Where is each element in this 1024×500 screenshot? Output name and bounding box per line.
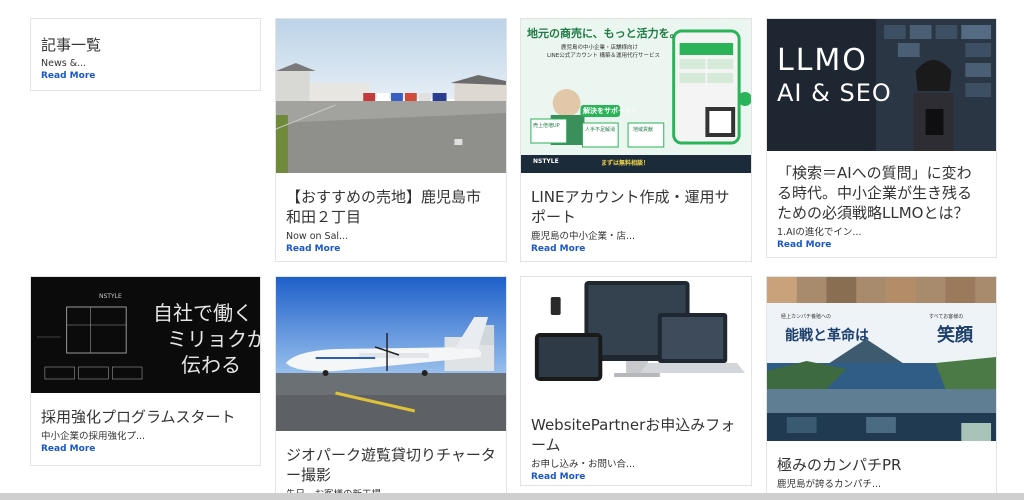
card-excerpt: お申し込み・お問い合... [531,459,636,470]
kanpachi-caption-left: 極上カンパチ養殖への [781,314,832,320]
card-thumbnail-parking-lot[interactable] [276,19,506,173]
article-card-recruitment[interactable]: 自社で働く ミリョクが 伝わる NSTYLE 採用強化プログラムスタート 中小企… [30,276,261,466]
article-card-geopark-charter[interactable]: ジオパーク遊覧貸切りチャーター撮影 先日、お客様の新工場... [275,276,507,500]
read-more-link[interactable]: Read More [286,244,496,254]
article-list-card[interactable]: 記事一覧 News &... Read More [30,18,261,91]
banner-sub1: 鹿児島の中小企業・店舗様向け [561,45,639,51]
card-excerpt: 鹿児島の中小企業・店... [531,231,636,242]
card-thumbnail-recruitment[interactable]: 自社で働く ミリョクが 伝わる NSTYLE [31,277,260,393]
read-more-link[interactable]: Read More [41,71,250,81]
article-card-kanpachi[interactable]: 極上カンパチ養殖への すべてお客様の 能戦と革命は 笑顔 極みのカンパチPR 鹿… [766,276,997,500]
card-title[interactable]: LINEアカウント作成・運用サポート [531,187,741,227]
recruit-line3: 伝わる [181,353,241,377]
recruit-line2: ミリョクが [167,327,260,351]
card-excerpt: 中小企業の採用強化プ... [41,431,146,442]
card-thumbnail-llmo[interactable]: LLMO AI & SEO [767,19,996,151]
banner-headline: 地元の商売に、もっと活力を。 [527,27,681,40]
read-more-link[interactable]: Read More [531,244,741,254]
banner-brand: NSTYLE [533,158,559,165]
read-more-link[interactable]: Read More [777,240,986,250]
banner-cta: まずは無料相談！ [601,160,650,167]
recruit-brand: NSTYLE [99,293,122,300]
card-title[interactable]: 「検索＝AIへの質問」に変わる時代。中小企業が生き残るための必須戦略LLMOとは… [777,163,986,223]
kanpachi-caption-right: すべてお客様の [929,314,964,320]
kanpachi-left-text: 能戦と革命は [785,328,869,344]
article-card-website-partner[interactable]: WebsitePartnerお申込みフォーム お申し込み・お問い合... Rea… [520,276,752,486]
read-more-link[interactable]: Read More [41,444,250,454]
card-title[interactable]: 記事一覧 [41,35,250,55]
banner-badge: 解決をサポート！ [583,107,639,115]
recruit-line1: 自社で働く [153,301,253,325]
banner-sub2: LINE公式アカウント 構築＆運用代行サービス [547,53,661,59]
card-excerpt: 鹿児島が誇るカンパチ... [777,479,882,490]
card-title[interactable]: 【おすすめの売地】鹿児島市 和田２丁目 [286,187,496,227]
card-title[interactable]: 極みのカンパチPR [777,455,986,475]
article-card-line-account[interactable]: 地元の商売に、もっと活力を。 鹿児島の中小企業・店舗様向け LINE公式アカウン… [520,18,752,262]
card-thumbnail-airplane[interactable] [276,277,506,431]
card-thumbnail-kanpachi[interactable]: 極上カンパチ養殖への すべてお客様の 能戦と革命は 笑顔 [767,277,996,441]
read-more-link[interactable]: Read More [531,472,741,482]
card-title[interactable]: 採用強化プログラムスタート [41,407,250,427]
card-title[interactable]: ジオパーク遊覧貸切りチャーター撮影 [286,445,496,485]
banner-box-sales: 売上倍増UP [533,123,560,129]
card-thumbnail-devices[interactable] [521,277,751,409]
llmo-title: LLMO [777,43,868,78]
card-title[interactable]: WebsitePartnerお申込みフォーム [531,415,741,455]
card-thumbnail-line-banner[interactable]: 地元の商売に、もっと活力を。 鹿児島の中小企業・店舗様向け LINE公式アカウン… [521,19,751,173]
horizontal-scrollbar[interactable] [0,493,1024,500]
card-excerpt: News &... [41,58,87,69]
article-card-land-sale[interactable]: 【おすすめの売地】鹿児島市 和田２丁目 Now on Sal... Read M… [275,18,507,262]
llmo-subtitle: AI & SEO [777,79,892,107]
banner-box-staff: 人手不足解消 [585,127,616,133]
card-excerpt: Now on Sal... [286,231,349,242]
banner-box-local: 地域貢献 [633,127,654,133]
kanpachi-right-text: 笑顔 [937,325,973,346]
card-excerpt: 1.AIの進化でイン... [777,227,862,238]
article-card-llmo[interactable]: LLMO AI & SEO 「検索＝AIへの質問」に変わる時代。中小企業が生き残… [766,18,997,258]
